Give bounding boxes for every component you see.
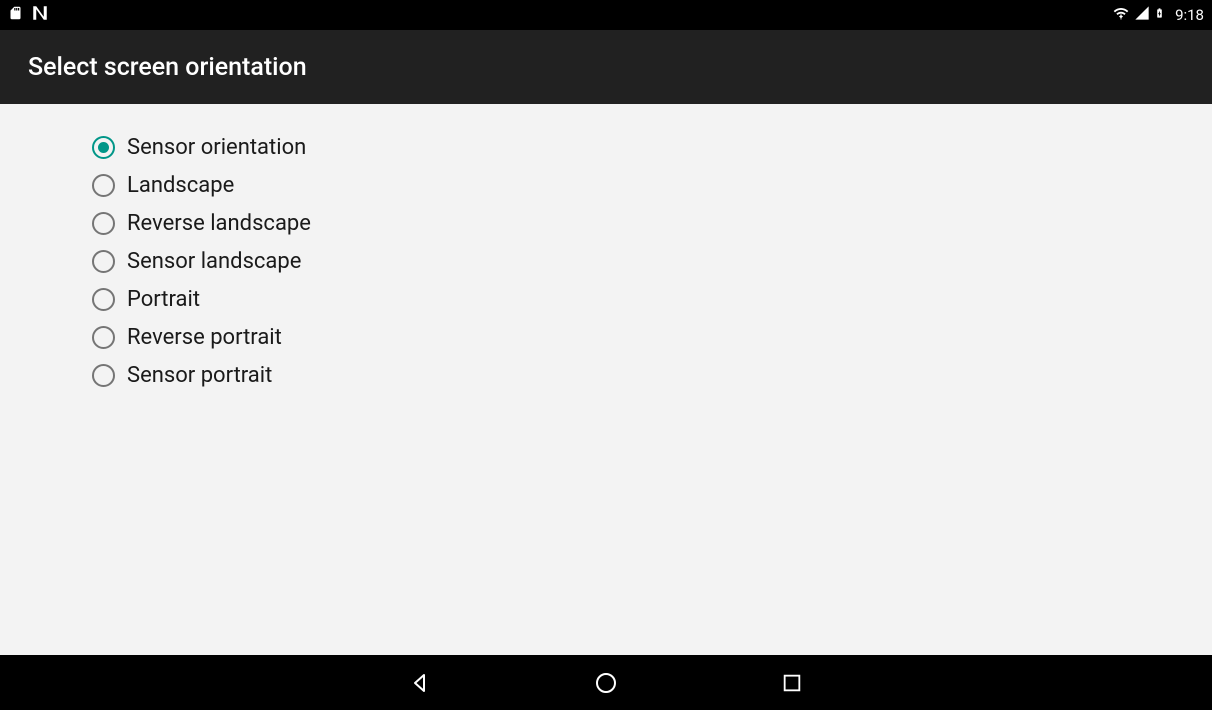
n-preview-icon bbox=[31, 4, 49, 26]
radio-button-icon bbox=[92, 250, 115, 273]
radio-button-icon bbox=[92, 326, 115, 349]
sd-card-icon bbox=[8, 4, 23, 26]
signal-icon bbox=[1134, 5, 1150, 25]
radio-option[interactable]: Reverse portrait bbox=[92, 318, 1212, 356]
radio-option-label: Reverse landscape bbox=[127, 211, 311, 236]
navigation-bar bbox=[0, 655, 1212, 710]
radio-option-label: Sensor landscape bbox=[127, 249, 301, 274]
radio-option-label: Portrait bbox=[127, 287, 200, 312]
radio-button-icon bbox=[92, 136, 115, 159]
radio-option[interactable]: Sensor portrait bbox=[92, 356, 1212, 394]
radio-option-label: Sensor portrait bbox=[127, 363, 272, 388]
status-bar: 9:18 bbox=[0, 0, 1212, 30]
status-right: 9:18 bbox=[1112, 4, 1204, 26]
radio-button-icon bbox=[92, 174, 115, 197]
radio-button-icon bbox=[92, 364, 115, 387]
radio-option[interactable]: Landscape bbox=[92, 166, 1212, 204]
radio-option-label: Landscape bbox=[127, 173, 234, 198]
battery-charging-icon bbox=[1154, 4, 1165, 26]
radio-option[interactable]: Reverse landscape bbox=[92, 204, 1212, 242]
radio-option-label: Sensor orientation bbox=[127, 135, 306, 160]
radio-option[interactable]: Sensor landscape bbox=[92, 242, 1212, 280]
radio-option[interactable]: Sensor orientation bbox=[92, 128, 1212, 166]
home-button[interactable] bbox=[593, 670, 619, 696]
radio-option-label: Reverse portrait bbox=[127, 325, 282, 350]
radio-group: Sensor orientation Landscape Reverse lands… bbox=[92, 128, 1212, 394]
status-clock: 9:18 bbox=[1175, 6, 1204, 24]
page-title: Select screen orientation bbox=[28, 53, 307, 82]
radio-button-icon bbox=[92, 212, 115, 235]
content-area: Sensor orientation Landscape Reverse lands… bbox=[0, 104, 1212, 655]
recent-apps-button[interactable] bbox=[779, 670, 805, 696]
back-button[interactable] bbox=[407, 670, 433, 696]
status-left bbox=[8, 4, 49, 26]
app-bar: Select screen orientation bbox=[0, 30, 1212, 104]
wifi-icon bbox=[1112, 5, 1130, 25]
radio-button-icon bbox=[92, 288, 115, 311]
radio-option[interactable]: Portrait bbox=[92, 280, 1212, 318]
